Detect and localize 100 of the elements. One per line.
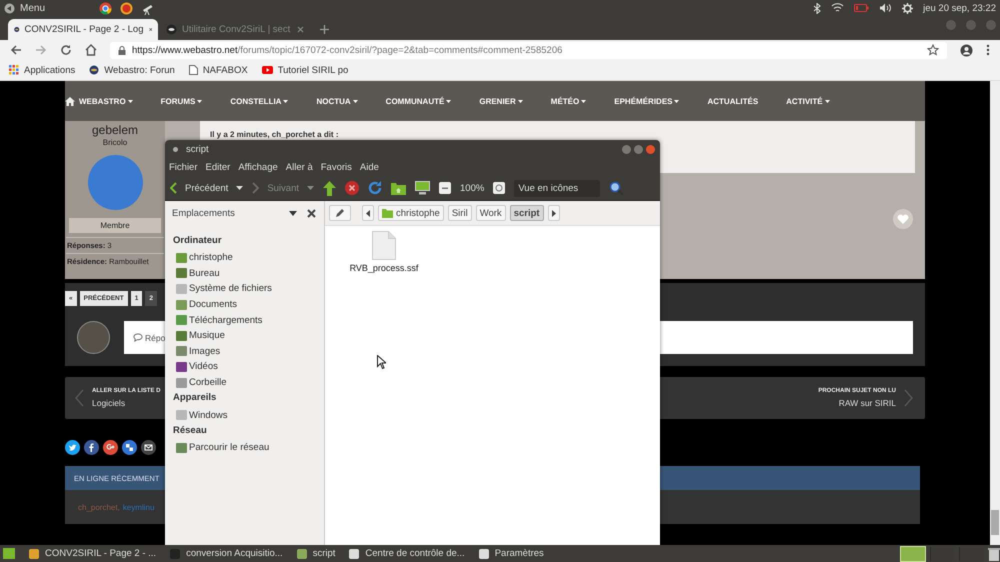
nav-menu-item[interactable]: ACTIVITÉ xyxy=(786,96,830,106)
sidebar-item[interactable]: Téléchargements xyxy=(173,312,324,328)
menu-item[interactable]: Favoris xyxy=(320,162,352,172)
window-icon xyxy=(173,146,178,152)
bluetooth-icon[interactable] xyxy=(813,2,822,14)
scrollbar[interactable] xyxy=(990,81,1000,545)
search-icon[interactable] xyxy=(609,180,624,196)
sidebar-item[interactable]: Système de fichiers xyxy=(173,281,324,297)
google-plus-icon[interactable] xyxy=(103,440,118,455)
back-button[interactable]: Précédent xyxy=(170,182,244,194)
reload-icon[interactable] xyxy=(368,181,382,195)
zoom-out-icon[interactable] xyxy=(439,182,451,194)
sidebar-item[interactable]: Vidéos xyxy=(173,359,324,375)
maximize-button[interactable] xyxy=(634,144,643,154)
path-button[interactable]: christophe xyxy=(378,205,444,221)
nav-menu-item[interactable]: CONSTELLIA xyxy=(230,96,288,106)
nav-menu-item[interactable]: WEBASTRO xyxy=(79,96,133,106)
close-icon[interactable] xyxy=(307,208,316,218)
sidebar-item[interactable]: Documents xyxy=(173,296,324,312)
file-item[interactable]: RVB_process.ssf xyxy=(345,231,423,273)
battery-icon[interactable] xyxy=(854,4,870,12)
path-scroll-right-button[interactable] xyxy=(548,205,560,221)
home-icon[interactable] xyxy=(65,96,75,106)
next-topic-link[interactable]: RAW sur SIRIL xyxy=(838,398,896,408)
sidebar-title[interactable]: Emplacements xyxy=(172,208,235,218)
account-icon[interactable] xyxy=(960,44,973,56)
home-icon[interactable] xyxy=(85,44,97,56)
nav-menu-item[interactable]: ACTUALITÉS xyxy=(707,96,758,106)
sidebar-item[interactable]: Musique xyxy=(173,328,324,344)
home-folder-icon[interactable] xyxy=(391,182,406,194)
taskbar-item[interactable]: conversion Acquisitio... xyxy=(164,548,291,559)
sidebar-item[interactable]: Windows xyxy=(173,407,324,423)
sidebar-item[interactable]: Parcourir le réseau xyxy=(173,440,324,456)
menu-item[interactable]: Fichier xyxy=(169,162,198,172)
zoom-in-icon[interactable] xyxy=(493,182,506,194)
menu-item[interactable]: Aller à xyxy=(286,162,313,172)
minimize-button[interactable] xyxy=(622,144,631,154)
sidebar-item[interactable]: Images xyxy=(173,344,324,360)
lock-icon xyxy=(118,46,126,54)
new-tab-icon[interactable] xyxy=(320,25,329,34)
nav-menu-item[interactable]: FORUMS xyxy=(160,96,202,106)
caret-icon xyxy=(128,100,133,102)
address-field[interactable]: https://www.webastro.net/forums/topic/167072-conv2siril/?page=2&tab=comments#comment-2585206 xyxy=(110,42,947,58)
caret-icon[interactable] xyxy=(289,210,297,216)
bookmark[interactable]: Applications xyxy=(9,64,76,76)
view-mode-dropdown[interactable]: Vue en icônes xyxy=(514,180,600,196)
previous-topic-link[interactable]: Logiciels xyxy=(92,398,126,408)
volume-icon[interactable] xyxy=(879,3,892,13)
menu-button[interactable]: Menu xyxy=(4,2,46,14)
edit-location-button[interactable] xyxy=(329,205,351,221)
bookmark[interactable]: Tutoriel SIRIL po xyxy=(262,64,348,76)
taskbar-item[interactable]: Centre de contrôle de... xyxy=(343,548,473,559)
nav-menu-item[interactable]: COMMUNAUTÉ xyxy=(386,96,452,106)
app-icon[interactable] xyxy=(120,2,134,14)
close-button[interactable] xyxy=(646,144,655,154)
page-icon xyxy=(188,65,198,75)
caret-icon xyxy=(283,100,288,102)
caret-icon xyxy=(581,100,586,102)
speech-bubble-icon xyxy=(133,333,143,342)
sidebar-item[interactable]: christophe xyxy=(173,250,324,266)
browser-tab[interactable]: CONV2SIRIL - Page 2 - Log xyxy=(8,19,158,40)
wifi-icon[interactable] xyxy=(831,3,844,13)
trash-icon[interactable] xyxy=(988,546,1000,560)
mail-icon[interactable] xyxy=(141,440,156,455)
star-icon[interactable] xyxy=(927,44,939,56)
menu-item[interactable]: Affichage xyxy=(238,162,278,172)
nav-menu-item[interactable]: GRENIER xyxy=(479,96,523,106)
reload-icon[interactable] xyxy=(60,44,72,56)
twitter-icon[interactable] xyxy=(65,440,80,455)
caret-icon xyxy=(352,100,358,102)
pencil-icon xyxy=(335,208,345,218)
browser-icon[interactable] xyxy=(99,2,112,14)
path-scroll-left-button[interactable] xyxy=(362,205,374,221)
path-button[interactable]: Siril xyxy=(448,205,472,221)
stop-icon[interactable] xyxy=(345,181,359,195)
nav-menu-item[interactable]: MÉTÉO xyxy=(550,96,586,106)
author-name[interactable]: gebelem xyxy=(92,123,138,137)
more-icon[interactable] xyxy=(986,44,990,56)
app-icon xyxy=(349,548,360,558)
close-icon[interactable] xyxy=(148,26,152,33)
taskbar-item[interactable]: Paramètres xyxy=(472,548,552,559)
nav-menu-item[interactable]: NOCTUA xyxy=(316,96,358,106)
bookmark[interactable]: Webastro: Forun xyxy=(89,64,175,76)
bookmark[interactable]: NAFABOX xyxy=(188,64,248,76)
back-icon[interactable] xyxy=(10,44,22,56)
computer-icon[interactable] xyxy=(415,181,430,195)
sidebar-item[interactable]: Corbeille xyxy=(173,374,324,390)
path-button[interactable]: script xyxy=(510,205,544,221)
path-button[interactable]: Work xyxy=(476,205,506,221)
clock[interactable]: jeu 20 sep, 23:22 xyxy=(923,2,996,14)
facebook-icon[interactable] xyxy=(84,440,99,455)
menu-item[interactable]: Aide xyxy=(360,162,379,172)
up-arrow-icon[interactable] xyxy=(323,180,336,196)
taskbar-item[interactable]: CONV2SIRIL - Page 2 - ... xyxy=(23,548,164,559)
delicious-icon[interactable] xyxy=(122,440,137,455)
settings-icon[interactable] xyxy=(902,2,914,14)
menu-item[interactable]: Editer xyxy=(206,162,230,172)
nav-menu-item[interactable]: EPHÉMÉRIDES xyxy=(614,96,680,106)
taskbar-item[interactable]: script xyxy=(290,548,344,559)
sidebar-item[interactable]: Bureau xyxy=(173,266,324,282)
